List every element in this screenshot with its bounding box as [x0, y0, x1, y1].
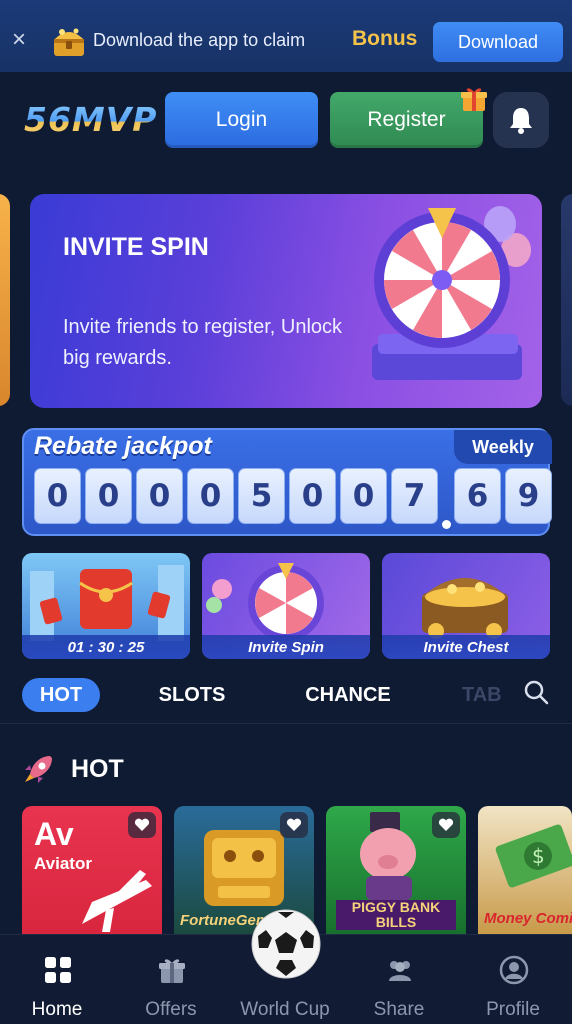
- nav-share[interactable]: Share: [342, 935, 456, 1024]
- jackpot-digit: 0: [187, 468, 234, 524]
- login-button[interactable]: Login: [165, 92, 318, 148]
- favorite-button[interactable]: [280, 812, 308, 838]
- favorite-button[interactable]: [432, 812, 460, 838]
- game-title: PIGGY BANK BILLS: [336, 900, 456, 930]
- heart-icon: [134, 818, 150, 831]
- hero-title: INVITE SPIN: [63, 233, 209, 261]
- jackpot-digit: 0: [85, 468, 132, 524]
- promo-caption: Invite Chest: [382, 635, 550, 659]
- banner-text: Download the app to claim: [93, 30, 306, 50]
- heart-icon: [438, 818, 454, 831]
- nav-label: Share: [373, 999, 425, 1020]
- nav-label: World Cup: [240, 999, 330, 1020]
- jackpot-title: Rebate jackpot: [34, 432, 212, 460]
- search-icon[interactable]: [522, 678, 550, 706]
- jackpot-digit: 0: [136, 468, 183, 524]
- header: 56MVP Login Register: [0, 72, 572, 172]
- decimal-point: [442, 520, 451, 529]
- app-download-banner: × Download the app to claim Bonus Downlo…: [0, 0, 572, 72]
- bell-icon: [510, 108, 532, 134]
- favorite-button[interactable]: [128, 812, 156, 838]
- jackpot-digit: 0: [289, 468, 336, 524]
- category-tabs: HOT SLOTS CHANCE TAB: [0, 668, 572, 724]
- nav-label: Profile: [486, 999, 540, 1020]
- svg-text:$: $: [532, 844, 545, 868]
- home-icon: [45, 957, 71, 983]
- rocket-icon: [25, 756, 52, 783]
- download-button[interactable]: Download: [433, 22, 563, 62]
- game-card-aviator[interactable]: Av Aviator: [22, 806, 162, 934]
- nav-offers[interactable]: Offers: [114, 935, 228, 1024]
- carousel-prev-slide[interactable]: [0, 194, 10, 406]
- prize-wheel-icon: [372, 206, 531, 380]
- nav-profile[interactable]: Profile: [456, 935, 570, 1024]
- invite-spin-banner[interactable]: INVITE SPIN Invite friends to register, …: [30, 194, 542, 408]
- game-title: Money Coming: [484, 910, 572, 927]
- nav-home[interactable]: Home: [0, 935, 114, 1024]
- jackpot-digit: 9: [505, 468, 552, 524]
- profile-icon: [499, 955, 529, 985]
- jackpot-digit: 0: [34, 468, 81, 524]
- hero-subtitle: Invite friends to register, Unlock big r…: [63, 316, 343, 369]
- jackpot-digit: 6: [454, 468, 501, 524]
- game-card-piggy-bank-bills[interactable]: PIGGY BANK BILLS: [326, 806, 466, 934]
- heart-icon: [286, 818, 302, 831]
- logo[interactable]: 56MVP: [24, 100, 158, 139]
- promo-tile-invite-chest[interactable]: Invite Chest: [382, 553, 550, 659]
- promo-caption: Invite Spin: [202, 635, 370, 659]
- countdown-timer: 01 : 30 : 25: [22, 635, 190, 659]
- jackpot-digit: 7: [391, 468, 438, 524]
- banner-bonus-text: Bonus: [352, 27, 418, 50]
- users-icon: [389, 961, 411, 981]
- soccer-ball-icon[interactable]: [250, 908, 322, 980]
- tab-more[interactable]: TAB: [462, 678, 512, 712]
- tab-slots[interactable]: SLOTS: [150, 678, 234, 712]
- jackpot-digit: 5: [238, 468, 285, 524]
- gift-icon: [159, 959, 185, 983]
- close-icon[interactable]: ×: [8, 28, 30, 52]
- carousel-next-slide[interactable]: [561, 194, 572, 406]
- treasure-chest-icon: [54, 28, 84, 56]
- nav-label: Offers: [145, 999, 197, 1020]
- promo-tile-countdown[interactable]: 01 : 30 : 25: [22, 553, 190, 659]
- tab-chance[interactable]: CHANCE: [296, 678, 400, 712]
- jackpot-digit: 0: [340, 468, 387, 524]
- game-card-money-coming[interactable]: $ Money Coming: [478, 806, 572, 934]
- jackpot-period-badge: Weekly: [454, 430, 552, 464]
- jackpot-counter: 0 0 0 0 5 0 0 7 6 9: [34, 468, 552, 529]
- nav-label: Home: [31, 999, 83, 1020]
- rebate-jackpot[interactable]: Rebate jackpot Weekly 0 0 0 0 5 0 0 7 6 …: [22, 428, 552, 536]
- section-title: HOT: [71, 755, 124, 783]
- promo-tile-invite-spin[interactable]: Invite Spin: [202, 553, 370, 659]
- notification-button[interactable]: [493, 92, 549, 148]
- gift-icon: [461, 88, 487, 111]
- tab-hot[interactable]: HOT: [22, 678, 100, 712]
